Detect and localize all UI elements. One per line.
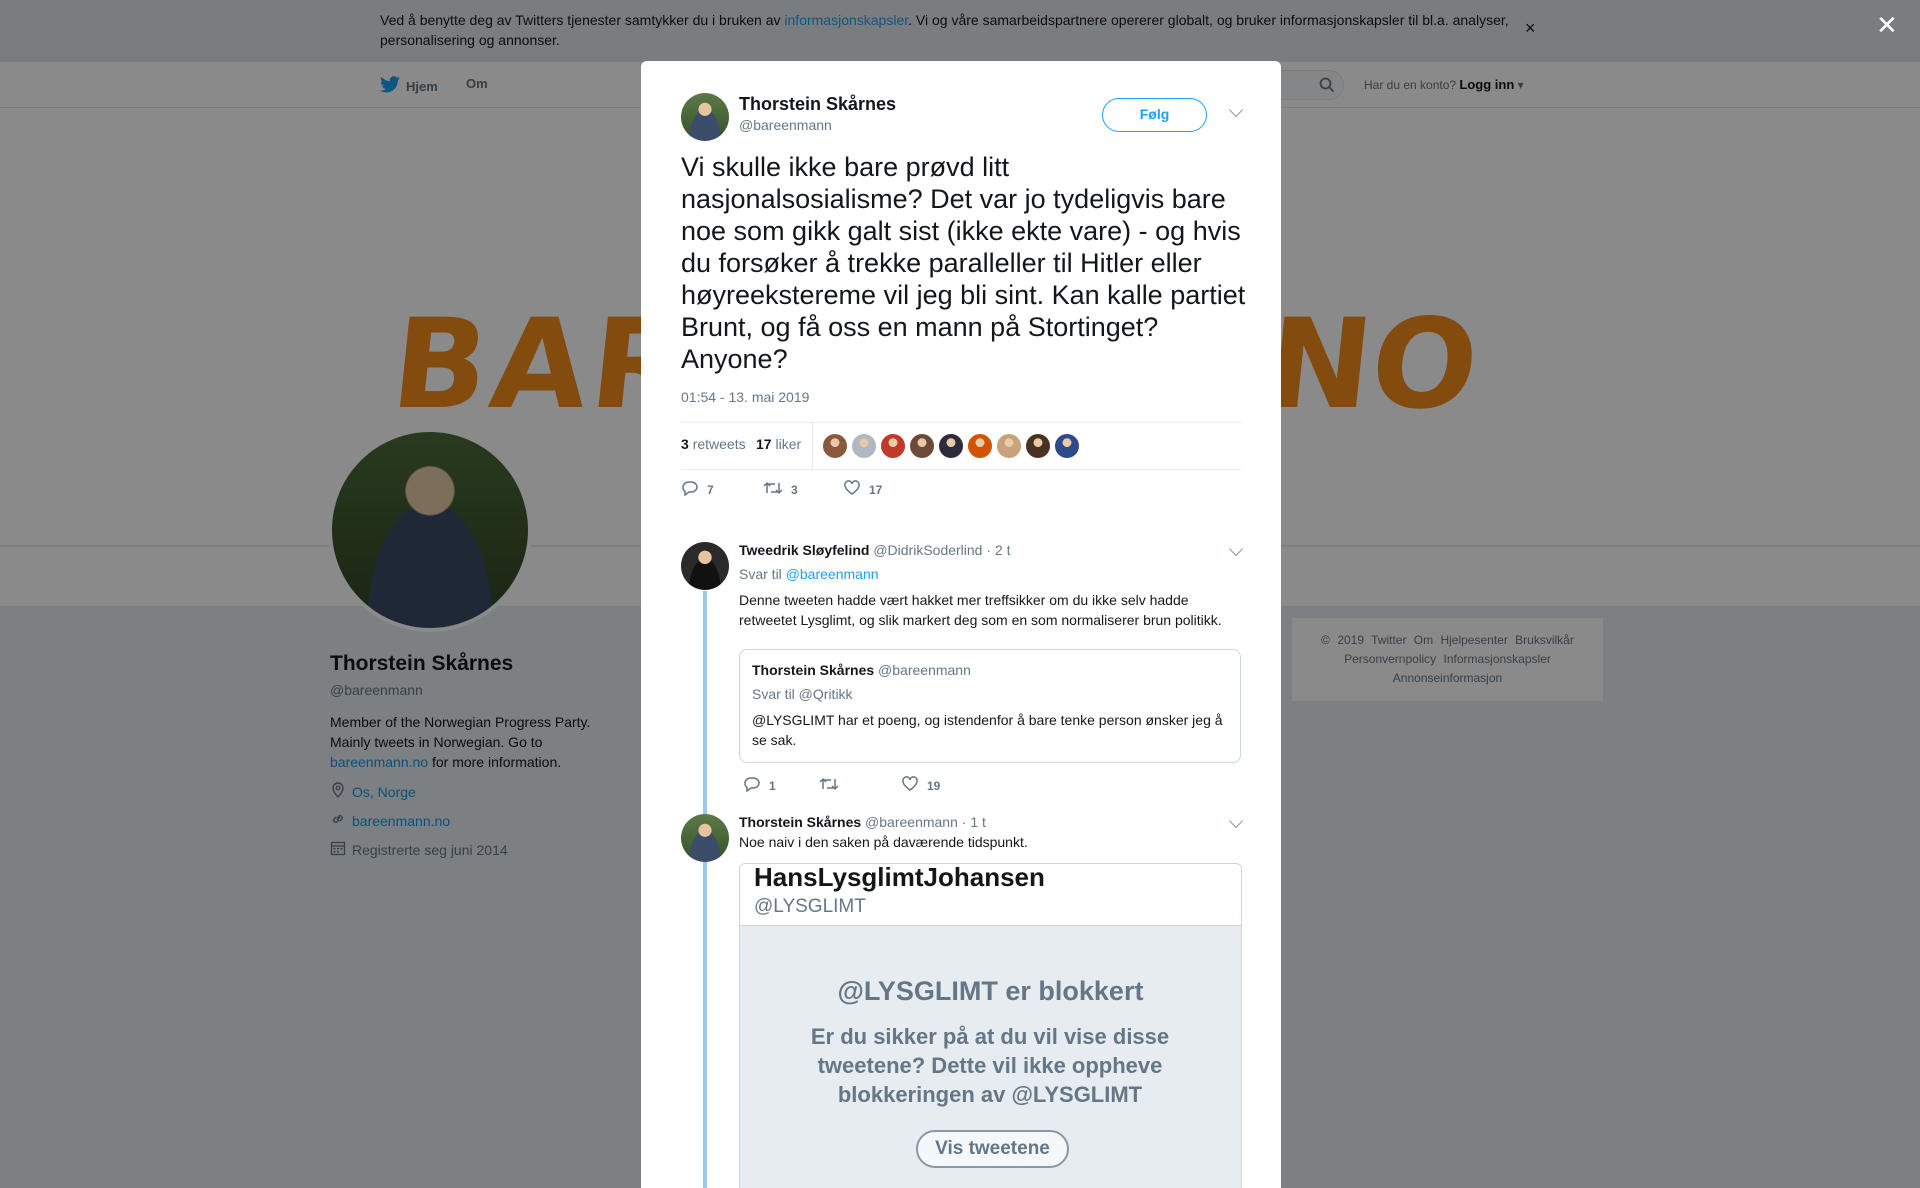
liker-avatar[interactable] xyxy=(968,434,992,458)
reply1-reply-count: 1 xyxy=(769,778,776,793)
like-stat[interactable]: 17 liker xyxy=(756,436,801,452)
reply1-like-action[interactable]: 19 xyxy=(901,776,940,795)
like-stat-label: liker xyxy=(775,436,802,452)
tweet-author-avatar[interactable] xyxy=(681,93,729,141)
follow-button[interactable]: Følg xyxy=(1102,98,1207,132)
tweet-modal: Thorstein Skårnes @bareenmann Følg Vi sk… xyxy=(641,61,1281,1188)
like-stat-count: 17 xyxy=(756,436,772,452)
tweet-author-handle[interactable]: @bareenmann xyxy=(739,117,832,133)
reply-tweet-2[interactable]: Thorstein Skårnes @bareenmann · 1 t Noe … xyxy=(641,813,1281,1188)
tweet-text: Vi skulle ikke bare prøvd litt nasjonals… xyxy=(681,152,1246,374)
liker-avatar[interactable] xyxy=(910,434,934,458)
retweet-action[interactable]: 3 xyxy=(763,480,798,499)
liker-avatar[interactable] xyxy=(1055,434,1079,458)
tweet-timestamp[interactable]: 01:54 - 13. mai 2019 xyxy=(681,389,809,405)
image-show-tweets-button: Vis tweetene xyxy=(916,1130,1069,1168)
reply-icon xyxy=(743,776,761,795)
reply-to-line: Svar til @bareenmann xyxy=(739,566,879,582)
reply-menu-chevron-icon[interactable] xyxy=(1228,541,1244,557)
likers-avatars xyxy=(823,434,1079,458)
quoted-author-name: Thorstein Skårnes xyxy=(752,662,875,678)
reply1-retweet-action[interactable] xyxy=(819,776,839,795)
image-profile-header: HansLysglimtJohansen @LYSGLIMT xyxy=(740,864,1241,926)
tweet-stats: 3 retweets 17 liker xyxy=(681,422,1241,470)
liker-avatar[interactable] xyxy=(823,434,847,458)
quoted-text: @LYSGLIMT har et poeng, og istendenfor å… xyxy=(752,712,1223,748)
tweet-actions: 7 3 17 xyxy=(681,480,981,500)
quoted-tweet-header: Thorstein Skårnes @bareenmann xyxy=(752,662,971,678)
reply1-reply-action[interactable]: 1 xyxy=(743,776,776,795)
quoted-author-handle: @bareenmann xyxy=(878,662,971,678)
retweet-icon xyxy=(819,776,839,795)
liker-avatar[interactable] xyxy=(881,434,905,458)
quoted-reply-to: Svar til @Qritikk xyxy=(752,686,853,702)
reply-text: Denne tweeten hadde vært hakket mer tref… xyxy=(739,592,1222,628)
reply2-menu-chevron-icon[interactable] xyxy=(1228,813,1244,829)
liker-avatar[interactable] xyxy=(997,434,1021,458)
liker-avatar[interactable] xyxy=(939,434,963,458)
attached-image[interactable]: HansLysglimtJohansen @LYSGLIMT @LYSGLIMT… xyxy=(739,863,1242,1188)
liker-avatar[interactable] xyxy=(852,434,876,458)
quoted-tweet[interactable]: Thorstein Skårnes @bareenmann Svar til @… xyxy=(739,649,1241,763)
image-blocked-question: Er du sikker på at du vil vise disse twe… xyxy=(810,1024,1170,1107)
image-profile-handle: @LYSGLIMT xyxy=(754,896,866,917)
tweet-author-name[interactable]: Thorstein Skårnes xyxy=(739,94,896,115)
modal-close-button[interactable]: ✕ xyxy=(1876,12,1898,38)
reply2-header: Thorstein Skårnes @bareenmann · 1 t xyxy=(739,814,986,830)
reply-time[interactable]: · 2 t xyxy=(986,542,1010,558)
tweet-menu-chevron-icon[interactable] xyxy=(1228,102,1244,118)
reply-author-avatar[interactable] xyxy=(681,542,729,590)
reply-tweet[interactable]: Tweedrik Sløyfelind @DidrikSoderlind · 2… xyxy=(641,541,1281,842)
retweet-count: 3 xyxy=(791,482,798,497)
reply2-time[interactable]: · 1 t xyxy=(962,814,986,830)
reply2-author-name[interactable]: Thorstein Skårnes xyxy=(739,814,861,830)
image-profile-name: HansLysglimtJohansen xyxy=(754,863,1045,892)
image-blocked-title: @LYSGLIMT er blokkert xyxy=(837,976,1144,1006)
reply1-like-count: 19 xyxy=(927,778,941,793)
reply-action[interactable]: 7 xyxy=(681,480,714,499)
reply-author-name[interactable]: Tweedrik Sløyfelind xyxy=(739,542,869,558)
reply2-author-handle[interactable]: @bareenmann xyxy=(865,814,958,830)
reply-icon xyxy=(681,480,699,499)
reply-header: Tweedrik Sløyfelind @DidrikSoderlind · 2… xyxy=(739,542,1011,558)
reply-count: 7 xyxy=(707,482,714,497)
reply-author-handle[interactable]: @DidrikSoderlind xyxy=(873,542,982,558)
like-count: 17 xyxy=(869,482,883,497)
retweet-stat[interactable]: 3 retweets xyxy=(681,436,746,452)
retweet-stat-count: 3 xyxy=(681,436,689,452)
like-action[interactable]: 17 xyxy=(843,480,882,499)
retweet-stat-label: retweets xyxy=(692,436,746,452)
reply-to-label: Svar til xyxy=(739,566,782,582)
heart-icon xyxy=(901,776,919,795)
stats-divider xyxy=(812,423,813,469)
liker-avatar[interactable] xyxy=(1026,434,1050,458)
reply2-author-avatar[interactable] xyxy=(681,814,729,862)
reply2-text: Noe naiv i den saken på daværende tidspu… xyxy=(739,834,1028,850)
heart-icon xyxy=(843,480,861,499)
retweet-icon xyxy=(763,480,783,499)
reply-to-link[interactable]: @bareenmann xyxy=(786,566,879,582)
